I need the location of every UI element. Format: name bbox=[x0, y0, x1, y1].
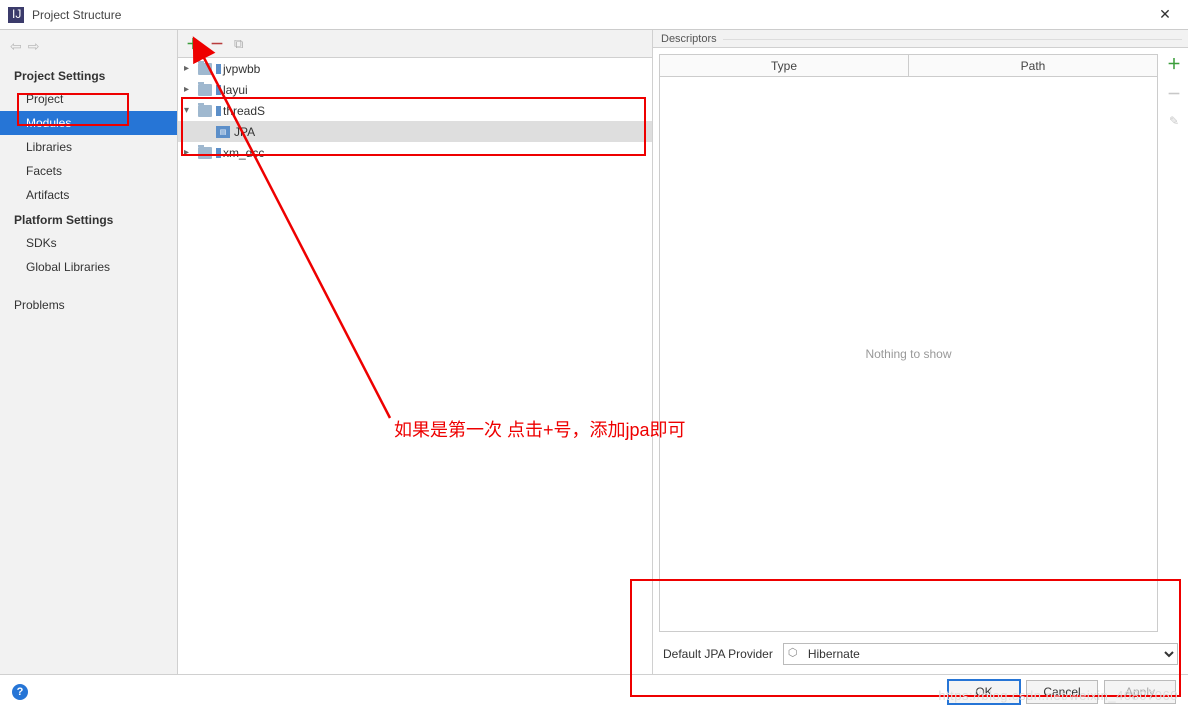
sidebar-item-sdks[interactable]: SDKs bbox=[0, 231, 177, 255]
module-icon bbox=[216, 148, 221, 158]
footer: ? OK Cancel Apply bbox=[0, 674, 1188, 709]
folder-icon bbox=[198, 105, 212, 117]
right-panel: Descriptors Type Path Nothing to show ＋ … bbox=[653, 30, 1188, 674]
sidebar-item-project[interactable]: Project bbox=[0, 87, 177, 111]
modules-tree: ▸ jvpwbb ▸ layui ▾ threadS ▤ JPA bbox=[178, 58, 652, 674]
edit-descriptor-icon: ✎ bbox=[1169, 114, 1179, 128]
ok-button[interactable]: OK bbox=[948, 680, 1020, 704]
sidebar-item-libraries[interactable]: Libraries bbox=[0, 135, 177, 159]
remove-module-icon[interactable]: － bbox=[210, 34, 224, 54]
section-platform-settings: Platform Settings bbox=[0, 207, 177, 231]
folder-icon bbox=[198, 63, 212, 75]
sidebar-item-problems[interactable]: Problems bbox=[0, 293, 177, 317]
jpa-icon: ▤ bbox=[216, 126, 230, 138]
descriptors-empty: Nothing to show bbox=[660, 77, 1157, 631]
module-icon bbox=[216, 85, 221, 95]
sidebar-item-facets[interactable]: Facets bbox=[0, 159, 177, 183]
descriptors-area: Type Path Nothing to show ＋ － ✎ bbox=[653, 48, 1188, 640]
app-icon: IJ bbox=[8, 7, 24, 23]
descriptors-table: Type Path Nothing to show bbox=[659, 54, 1158, 632]
modules-toolbar: ＋ － ⧉ bbox=[178, 30, 652, 58]
copy-module-icon[interactable]: ⧉ bbox=[234, 36, 243, 52]
nav-arrows: ⇦ ⇨ bbox=[0, 36, 177, 63]
tree-item-layui[interactable]: ▸ layui bbox=[178, 79, 652, 100]
modules-panel: ＋ － ⧉ ▸ jvpwbb ▸ layui ▾ threadS bbox=[178, 30, 653, 674]
chevron-right-icon: ▸ bbox=[184, 147, 198, 158]
tree-item-threads[interactable]: ▾ threadS bbox=[178, 100, 652, 121]
window-title: Project Structure bbox=[32, 8, 1150, 22]
sidebar: ⇦ ⇨ Project Settings Project Modules Lib… bbox=[0, 30, 178, 674]
chevron-right-icon: ▸ bbox=[184, 63, 198, 74]
sidebar-item-modules[interactable]: Modules bbox=[0, 111, 177, 135]
titlebar: IJ Project Structure ✕ bbox=[0, 0, 1188, 30]
sidebar-item-global-libraries[interactable]: Global Libraries bbox=[0, 255, 177, 279]
col-type[interactable]: Type bbox=[660, 55, 909, 76]
forward-icon[interactable]: ⇨ bbox=[28, 38, 40, 55]
close-icon[interactable]: ✕ bbox=[1150, 6, 1180, 23]
sidebar-item-artifacts[interactable]: Artifacts bbox=[0, 183, 177, 207]
chevron-right-icon: ▸ bbox=[184, 84, 198, 95]
svg-text:IJ: IJ bbox=[12, 9, 21, 21]
descriptors-label: Descriptors bbox=[653, 30, 1188, 48]
remove-descriptor-icon: － bbox=[1167, 84, 1181, 104]
tree-item-jpa[interactable]: ▤ JPA bbox=[178, 121, 652, 142]
add-module-icon[interactable]: ＋ bbox=[186, 34, 200, 54]
main-body: ⇦ ⇨ Project Settings Project Modules Lib… bbox=[0, 30, 1188, 674]
cancel-button[interactable]: Cancel bbox=[1026, 680, 1098, 704]
add-descriptor-icon[interactable]: ＋ bbox=[1167, 54, 1181, 74]
chevron-down-icon: ▾ bbox=[184, 105, 198, 116]
tree-item-jvpwbb[interactable]: ▸ jvpwbb bbox=[178, 58, 652, 79]
provider-row: Default JPA Provider Hibernate bbox=[653, 640, 1188, 668]
back-icon[interactable]: ⇦ bbox=[10, 38, 22, 55]
folder-icon bbox=[198, 84, 212, 96]
section-project-settings: Project Settings bbox=[0, 63, 177, 87]
module-icon bbox=[216, 64, 221, 74]
provider-label: Default JPA Provider bbox=[663, 647, 773, 661]
descriptors-actions: ＋ － ✎ bbox=[1160, 48, 1188, 640]
descriptors-header: Type Path bbox=[660, 55, 1157, 77]
apply-button: Apply bbox=[1104, 680, 1176, 704]
help-icon[interactable]: ? bbox=[12, 684, 28, 700]
tree-item-xmdcc[interactable]: ▸ xm_dcc bbox=[178, 142, 652, 163]
col-path[interactable]: Path bbox=[909, 55, 1157, 76]
module-icon bbox=[216, 106, 221, 116]
folder-icon bbox=[198, 147, 212, 159]
provider-select[interactable]: Hibernate bbox=[783, 643, 1178, 665]
